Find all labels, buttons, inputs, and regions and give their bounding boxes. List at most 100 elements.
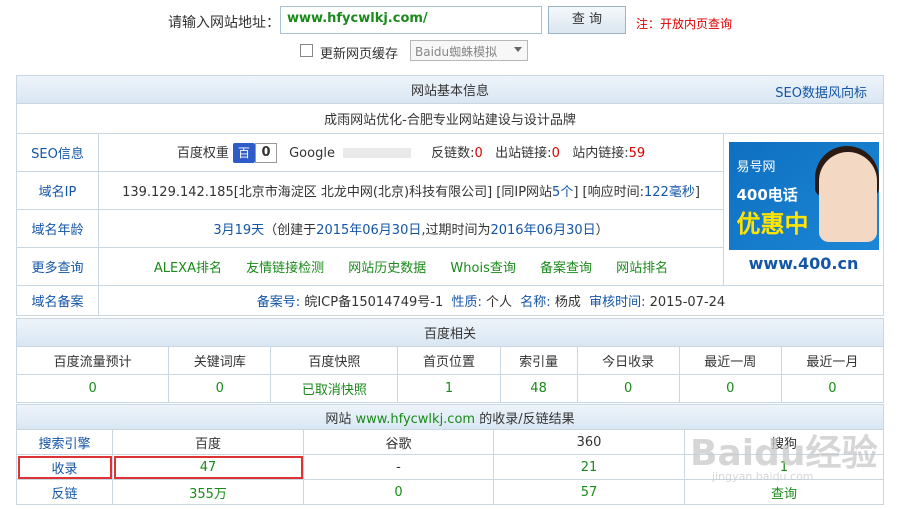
seo-info-label: SEO信息 [16, 133, 99, 172]
same-ip-suffix: ] [573, 185, 579, 200]
basic-info-header: 网站基本信息 SEO数据风向标 [16, 75, 884, 104]
alexa-link[interactable]: ALEXA排名 [154, 261, 222, 276]
site-title: 成雨网站优化-合肥专业网站建设与设计品牌 [16, 103, 884, 134]
url-label: 请输入网站地址： [168, 15, 280, 31]
more-label: 更多查询 [16, 247, 99, 286]
ip-label: 域名IP [16, 171, 99, 210]
query-button[interactable]: 查 询 [548, 6, 626, 34]
nature-label: 性质: [451, 295, 482, 310]
col-today: 今日收录 [576, 346, 680, 375]
icp-row: 备案号: 皖ICP备15014749号-1 性质: 个人 名称: 杨成 审核时间… [98, 285, 884, 316]
google-label: Google [289, 145, 335, 161]
seo-trend-link[interactable]: SEO数据风向标 [775, 82, 867, 101]
col-google: 谷歌 [303, 429, 494, 455]
outlinks-value[interactable]: 0 [552, 146, 560, 161]
same-ip-prefix: [同IP网站 [496, 185, 553, 200]
col-traffic: 百度流量预计 [15, 346, 170, 375]
col-engine: 搜索引擎 [16, 429, 113, 455]
col-index: 索引量 [499, 346, 578, 375]
ad-cell: 易号网 400电话 优惠中 www.400.cn [723, 133, 884, 286]
backlinks-360[interactable]: 57 [493, 479, 685, 505]
results-header-site[interactable]: www.hfycwlkj.com [356, 412, 476, 427]
backlinks-baidu[interactable]: 355万 [112, 479, 304, 505]
indexed-sogou[interactable]: 1 [684, 454, 884, 480]
audit-label: 审核时间: [589, 295, 646, 310]
query-note: 注：开放内页查询 [636, 17, 733, 31]
same-ip-link[interactable]: 5个 [552, 185, 573, 200]
created-prefix: （创建于 [264, 223, 317, 238]
ad-line2: 优惠中 [736, 209, 809, 238]
audit-value: 2015-07-24 [649, 295, 726, 310]
basic-info-table: 网站基本信息 SEO数据风向标 成雨网站优化-合肥专业网站建设与设计品牌 SEO… [16, 75, 884, 316]
row-backlinks-label: 反链 [16, 479, 113, 505]
age-suffix: ） [595, 223, 609, 238]
backlinks-sogou[interactable]: 查询 [684, 479, 884, 505]
results-table: 网站 www.hfycwlkj.com 的收录/反链结果 搜索引擎 百度 谷歌 … [16, 404, 884, 505]
backlinks-value[interactable]: 0 [474, 146, 482, 161]
baidu-weight-label: 百度权重 [176, 145, 229, 161]
ip-value: 139.129.142.185[北京市海淀区 北龙中网(北京)科技有限公司] [122, 185, 493, 200]
indexed-baidu[interactable]: 47 [112, 454, 304, 480]
ip-row: 139.129.142.185[北京市海淀区 北龙中网(北京)科技有限公司] [… [98, 171, 724, 210]
friend-link-check[interactable]: 友情链接检测 [246, 261, 324, 276]
val-month[interactable]: 0 [780, 374, 885, 403]
name-value: 杨成 [554, 295, 581, 310]
col-baidu: 百度 [112, 429, 304, 455]
backlinks-google[interactable]: 0 [303, 479, 494, 505]
val-home-pos[interactable]: 1 [397, 374, 501, 403]
col-week: 最近一周 [678, 346, 782, 375]
whois-link[interactable]: Whois查询 [450, 261, 515, 276]
col-home-pos: 首页位置 [397, 346, 501, 375]
url-input[interactable]: www.hfycwlkj.com/ [280, 6, 542, 34]
seo-info-row: 百度权重 百0 Google 反链数:0 出站链接:0 站内链接:59 [98, 133, 724, 172]
history-data-link[interactable]: 网站历史数据 [348, 261, 426, 276]
col-360: 360 [493, 429, 685, 455]
age-row: 3月19天（创建于2015年06月30日,过期时间为2016年06月30日） [98, 209, 724, 248]
col-sogou: 搜狗 [684, 429, 884, 455]
icp-query-link[interactable]: 备案查询 [540, 261, 592, 276]
row-indexed-label: 收录 [16, 454, 113, 480]
baidu-weight-value: 0 [254, 143, 277, 164]
col-month: 最近一月 [780, 346, 885, 375]
ad-person-image [818, 151, 877, 242]
spider-select[interactable]: Baidu蜘蛛模拟 [410, 40, 528, 61]
search-bar: 请输入网站地址： www.hfycwlkj.com/ 查 询 注：开放内页查询 … [0, 0, 899, 70]
ad-url: www.400.cn [728, 249, 879, 278]
more-links: ALEXA排名 友情链接检测 网站历史数据 Whois查询 备案查询 网站排名 [98, 247, 724, 286]
outlinks-label: 出站链接: [495, 145, 552, 161]
val-index[interactable]: 48 [499, 374, 578, 403]
spider-select-value: Baidu蜘蛛模拟 [415, 45, 498, 59]
val-snapshot[interactable]: 已取消快照 [270, 374, 399, 403]
backlinks-label: 反链数: [431, 145, 475, 161]
expire-date: 2016年06月30日 [490, 223, 596, 238]
google-pr-bar [342, 148, 411, 159]
update-cache-label[interactable]: 更新网页缓存 [320, 43, 398, 62]
val-today[interactable]: 0 [576, 374, 680, 403]
inlinks-value[interactable]: 59 [629, 146, 646, 161]
indexed-360[interactable]: 21 [493, 454, 685, 480]
baidu-table: 百度相关 百度流量预计 关键词库 百度快照 首页位置 索引量 今日收录 最近一周… [15, 318, 885, 403]
ad-banner[interactable]: 易号网 400电话 优惠中 www.400.cn [728, 141, 879, 278]
icp-no: 皖ICP备15014749号-1 [304, 295, 444, 310]
update-cache-checkbox[interactable] [300, 44, 313, 57]
val-traffic[interactable]: 0 [15, 374, 170, 403]
baidu-paw-icon: 百 [232, 143, 255, 164]
site-rank-link[interactable]: 网站排名 [616, 261, 668, 276]
created-date: 2015年06月30日 [316, 223, 422, 238]
age-label: 域名年龄 [16, 209, 99, 248]
col-snapshot: 百度快照 [270, 346, 399, 375]
val-keywords[interactable]: 0 [168, 374, 272, 403]
ad-brand: 易号网 [736, 159, 776, 175]
results-header: 网站 www.hfycwlkj.com 的收录/反链结果 [16, 404, 884, 430]
expire-prefix: ,过期时间为 [421, 223, 491, 238]
basic-info-title: 网站基本信息 [410, 84, 489, 99]
nature-value: 个人 [486, 295, 513, 310]
baidu-header: 百度相关 [16, 318, 884, 347]
icp-no-label: 备案号: [256, 295, 301, 310]
col-keywords: 关键词库 [168, 346, 272, 375]
chevron-down-icon [514, 47, 522, 52]
val-week[interactable]: 0 [678, 374, 782, 403]
age-value: 3月19天 [213, 223, 265, 238]
results-header-prefix: 网站 [325, 411, 352, 427]
resp-suffix: ] [694, 185, 700, 200]
